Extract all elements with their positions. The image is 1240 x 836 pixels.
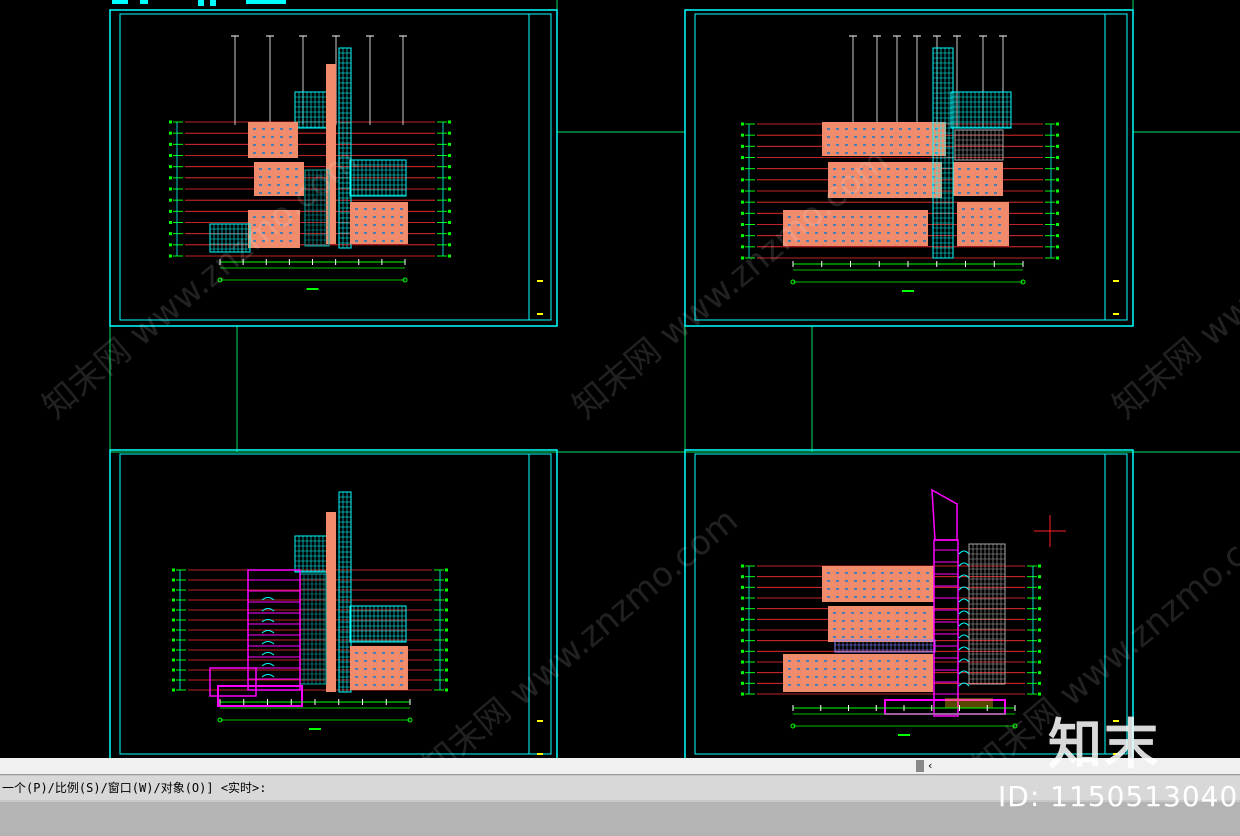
scroll-thumb[interactable]: [916, 760, 924, 772]
cursor-crosshair: [1034, 515, 1066, 547]
scroll-left-arrow-icon[interactable]: ‹: [928, 758, 932, 774]
watermark-id: ID: 1150513040: [998, 780, 1239, 813]
top-title-fragment: [112, 0, 286, 6]
watermark-logo: 知末: [1048, 713, 1160, 776]
